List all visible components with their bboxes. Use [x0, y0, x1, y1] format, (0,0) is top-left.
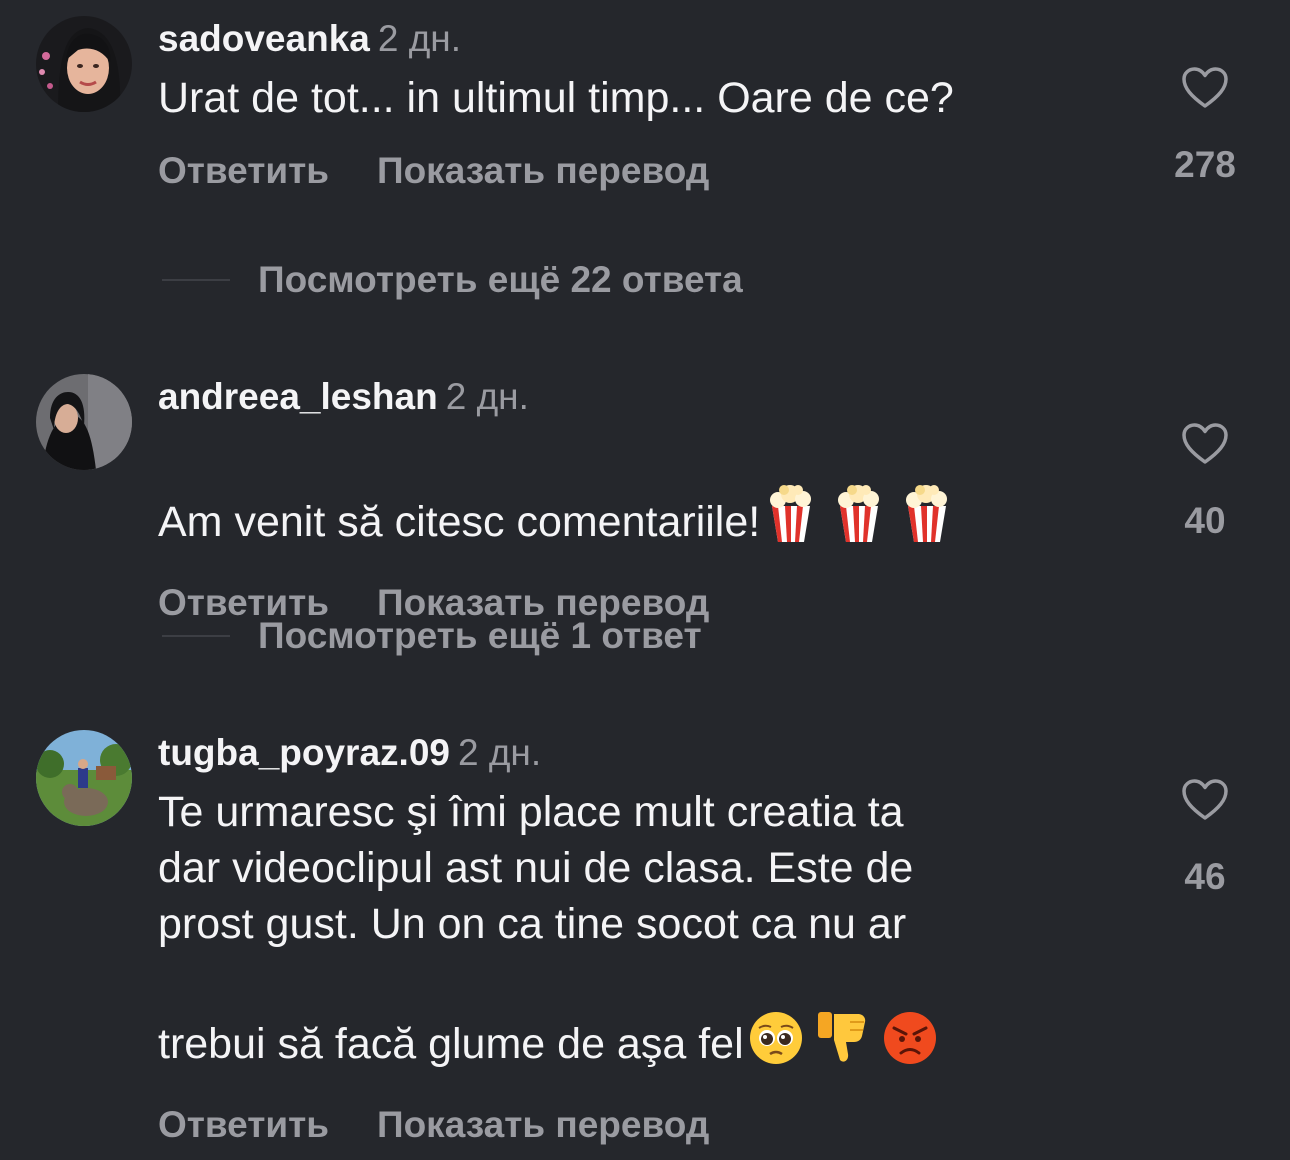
comment-username[interactable]: tugba_poyraz.09 — [158, 732, 450, 773]
popcorn-icon — [900, 428, 954, 558]
avatar[interactable] — [36, 374, 132, 470]
like-count: 40 — [1184, 500, 1226, 541]
comment-timestamp: 2 дн. — [445, 376, 529, 417]
heart-icon[interactable] — [1181, 67, 1229, 114]
like-control: 46 — [1160, 778, 1250, 899]
like-control: 278 — [1160, 66, 1250, 187]
divider-line — [162, 279, 230, 281]
view-more-replies-label[interactable]: Посмотреть ещё 22 ответа — [258, 259, 743, 300]
comment-text: Urat de tot... in ultimul timp... Oare d… — [158, 74, 954, 122]
view-more-replies[interactable]: Посмотреть ещё 1 ответ — [162, 614, 702, 658]
view-more-replies-label[interactable]: Посмотреть ещё 1 ответ — [258, 615, 702, 656]
avatar[interactable] — [36, 730, 132, 826]
comment-username[interactable]: sadoveanka — [158, 18, 370, 59]
show-translation-button[interactable]: Показать перевод — [377, 1104, 709, 1146]
comment-timestamp: 2 дн. — [457, 732, 542, 773]
divider-line — [162, 635, 230, 637]
heart-icon[interactable] — [1181, 423, 1229, 470]
popcorn-icon — [832, 428, 886, 558]
comment-text: Am venit să citesc comentariile! — [158, 428, 1118, 558]
comment-text: Te urmaresc şi îmi place mult creatia ta… — [158, 784, 1118, 1080]
thumbs-down-icon — [814, 952, 872, 1080]
view-more-replies[interactable]: Посмотреть ещё 22 ответа — [162, 258, 743, 302]
like-count: 46 — [1184, 856, 1226, 897]
show-translation-button[interactable]: Показать перевод — [377, 150, 709, 192]
heart-icon[interactable] — [1181, 779, 1229, 826]
comment-username[interactable]: andreea_leshan — [158, 376, 438, 417]
avatar[interactable] — [36, 16, 132, 112]
popcorn-icon — [764, 428, 818, 558]
like-count: 278 — [1174, 144, 1236, 185]
comment-text-content: Am venit să citesc comentariile! — [158, 498, 761, 546]
comment-timestamp: 2 дн. — [377, 18, 462, 59]
angry-face-icon — [882, 954, 938, 1080]
reply-button[interactable]: Ответить — [158, 150, 329, 192]
reply-button[interactable]: Ответить — [158, 1104, 329, 1146]
pleading-face-icon — [748, 954, 804, 1080]
like-control: 40 — [1160, 422, 1250, 543]
